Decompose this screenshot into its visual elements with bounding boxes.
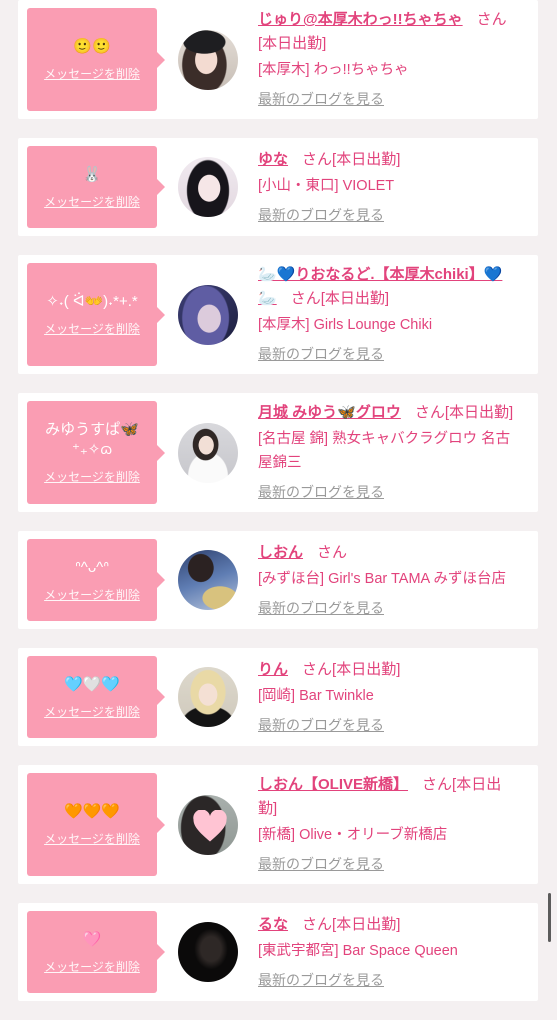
message-bubble: 🧡🧡🧡 メッセージを削除 xyxy=(27,773,165,876)
cast-name-link[interactable]: 月城 みゆう🦋グロウ xyxy=(258,404,401,421)
attendance-status: [本日出勤] xyxy=(332,660,401,678)
delete-message-link[interactable]: メッセージを削除 xyxy=(44,194,140,210)
cast-info: 月城 みゆう🦋グロウ さん[本日出勤] [名古屋 錦] 熟女キャバクラグロウ 名古… xyxy=(258,401,520,504)
favorite-cast-list: 🙂🙂 メッセージを削除 じゅり@本厚木わっ!!ちゃちゃ さん[本日出勤] [本厚木… xyxy=(18,0,538,1020)
delete-message-link[interactable]: メッセージを削除 xyxy=(44,66,140,82)
message-text: 🙂🙂 xyxy=(73,38,111,55)
latest-blog-link[interactable]: 最新のブログを見る xyxy=(258,596,384,620)
store-info: [本厚木] Girls Lounge Chiki xyxy=(258,317,433,333)
message-text: 🩵🤍🩵 xyxy=(63,675,121,693)
honorific: さん xyxy=(302,915,333,933)
cast-info: しおん【OLIVE新橋】 さん[本日出勤] [新橋] Olive・オリーブ新橋店 … xyxy=(258,773,520,876)
honorific: さん xyxy=(290,290,321,307)
delete-message-link[interactable]: メッセージを削除 xyxy=(44,704,140,720)
attendance-status: [本日出勤] xyxy=(258,35,327,52)
cast-card: ᐢ^ᴗ^ᐢ メッセージを削除 しおん さん [みずほ台] Girl's Bar T… xyxy=(18,531,538,629)
latest-blog-link[interactable]: 最新のブログを見る xyxy=(258,713,384,737)
message-text: ✧˖( ᐛ👐)˖*+.* xyxy=(46,293,138,310)
cast-info: じゅり@本厚木わっ!!ちゃちゃ さん [本日出勤] [本厚木] わっ!!ちゃちゃ 最… xyxy=(258,8,520,111)
delete-message-link[interactable]: メッセージを削除 xyxy=(44,587,140,603)
avatar[interactable] xyxy=(178,794,238,855)
name-line: 月城 みゆう🦋グロウ さん[本日出勤] xyxy=(258,401,520,425)
avatar[interactable] xyxy=(178,284,238,345)
message-text: ᐢ^ᴗ^ᐢ xyxy=(74,558,110,576)
avatar[interactable] xyxy=(178,922,238,982)
cast-card: 🩵🤍🩵 メッセージを削除 りん さん[本日出勤] [岡崎] Bar Twinkle… xyxy=(18,648,538,746)
honorific: さん xyxy=(302,660,333,678)
latest-blog-link[interactable]: 最新のブログを見る xyxy=(258,480,384,504)
delete-message-link[interactable]: メッセージを削除 xyxy=(44,469,140,485)
avatar[interactable] xyxy=(178,29,238,90)
cast-card: ✧˖( ᐛ👐)˖*+.* メッセージを削除 🦢💙りおなるど.【本厚木chiki】… xyxy=(18,255,538,374)
name-line: るな さん[本日出勤] xyxy=(258,913,520,937)
store-info: [本厚木] わっ!!ちゃちゃ xyxy=(258,62,409,78)
cast-name-link[interactable]: るな xyxy=(258,916,288,933)
store-info: [東武宇都宮] Bar Space Queen xyxy=(258,942,458,959)
name-line: 🦢💙りおなるど.【本厚木chiki】💙🦢 さん[本日出勤] xyxy=(258,263,520,311)
name-line: ゆな さん[本日出勤] xyxy=(258,148,520,172)
cast-info: ゆな さん[本日出勤] [小山・東口] VIOLET 最新のブログを見る xyxy=(258,148,520,227)
store-info: [みずほ台] Girl's Bar TAMA みずほ台店 xyxy=(258,570,506,587)
avatar[interactable] xyxy=(178,422,238,483)
cast-info: 🦢💙りおなるど.【本厚木chiki】💙🦢 さん[本日出勤] [本厚木] Girls… xyxy=(258,263,520,366)
honorific: さん xyxy=(414,404,445,421)
message-text: みゆうすぱ🦋 ⁺₊✧ɷ xyxy=(45,421,139,458)
message-bubble: 🐰 メッセージを削除 xyxy=(27,146,165,228)
message-text: 🧡🧡🧡 xyxy=(63,803,121,820)
message-text: 🩷 xyxy=(82,930,102,948)
name-line: しおん さん xyxy=(258,541,520,565)
cast-name-link[interactable]: しおん【OLIVE新橋】 xyxy=(258,776,408,793)
attendance-status: [本日出勤] xyxy=(332,915,401,933)
heart-icon xyxy=(193,809,227,841)
avatar[interactable] xyxy=(178,550,238,610)
cast-card: みゆうすぱ🦋 ⁺₊✧ɷ メッセージを削除 月城 みゆう🦋グロウ さん[本日出勤] … xyxy=(18,393,538,512)
name-line: じゅり@本厚木わっ!!ちゃちゃ さん [本日出勤] xyxy=(258,8,520,56)
cast-info: るな さん[本日出勤] [東武宇都宮] Bar Space Queen 最新のブロ… xyxy=(258,913,520,992)
honorific: さん xyxy=(476,11,507,28)
cast-name-link[interactable]: りん xyxy=(258,661,288,678)
store-info: [新橋] Olive・オリーブ新橋店 xyxy=(258,827,448,843)
message-bubble: みゆうすぱ🦋 ⁺₊✧ɷ メッセージを削除 xyxy=(27,401,165,504)
message-text: 🐰 xyxy=(82,165,102,183)
message-bubble: 🩷 メッセージを削除 xyxy=(27,911,165,993)
latest-blog-link[interactable]: 最新のブログを見る xyxy=(258,852,384,876)
scrollbar-thumb[interactable] xyxy=(548,893,551,942)
cast-name-link[interactable]: じゅり@本厚木わっ!!ちゃちゃ xyxy=(258,11,463,28)
cast-info: りん さん[本日出勤] [岡崎] Bar Twinkle 最新のブログを見る xyxy=(258,658,520,737)
name-line: りん さん[本日出勤] xyxy=(258,658,520,682)
honorific: さん xyxy=(422,776,453,793)
store-info: [小山・東口] VIOLET xyxy=(258,177,395,194)
cast-card: 🙂🙂 メッセージを削除 じゅり@本厚木わっ!!ちゃちゃ さん [本日出勤] [本厚木… xyxy=(18,0,538,119)
cast-name-link[interactable]: ゆな xyxy=(258,151,288,168)
cast-card: 🧡🧡🧡 メッセージを削除 しおん【OLIVE新橋】 さん[本日出勤] [新橋] O… xyxy=(18,765,538,884)
cast-info: しおん さん [みずほ台] Girl's Bar TAMA みずほ台店 最新のブロ… xyxy=(258,541,520,620)
attendance-status: [本日出勤] xyxy=(320,290,390,307)
latest-blog-link[interactable]: 最新のブログを見る xyxy=(258,968,384,992)
cast-name-link[interactable]: しおん xyxy=(258,544,303,561)
store-info: [岡崎] Bar Twinkle xyxy=(258,687,374,704)
attendance-status: [本日出勤] xyxy=(444,404,514,421)
delete-message-link[interactable]: メッセージを削除 xyxy=(44,831,140,847)
honorific: さん xyxy=(317,543,348,561)
latest-blog-link[interactable]: 最新のブログを見る xyxy=(258,87,384,111)
avatar[interactable] xyxy=(178,667,238,727)
delete-message-link[interactable]: メッセージを削除 xyxy=(44,959,140,975)
message-bubble: ✧˖( ᐛ👐)˖*+.* メッセージを削除 xyxy=(27,263,165,366)
message-bubble: ᐢ^ᴗ^ᐢ メッセージを削除 xyxy=(27,539,165,621)
latest-blog-link[interactable]: 最新のブログを見る xyxy=(258,342,384,366)
honorific: さん xyxy=(302,150,333,168)
delete-message-link[interactable]: メッセージを削除 xyxy=(44,321,140,337)
cast-card: 🩷 メッセージを削除 るな さん[本日出勤] [東武宇都宮] Bar Space … xyxy=(18,903,538,1001)
avatar[interactable] xyxy=(178,157,238,217)
attendance-status: [本日出勤] xyxy=(332,150,401,168)
cast-card: 🐰 メッセージを削除 ゆな さん[本日出勤] [小山・東口] VIOLET 最新の… xyxy=(18,138,538,236)
message-bubble: 🙂🙂 メッセージを削除 xyxy=(27,8,165,111)
latest-blog-link[interactable]: 最新のブログを見る xyxy=(258,203,384,227)
name-line: しおん【OLIVE新橋】 さん[本日出勤] xyxy=(258,773,520,821)
store-info: [名古屋 錦] 熟女キャバクラグロウ 名古屋錦三 xyxy=(258,431,511,471)
message-bubble: 🩵🤍🩵 メッセージを削除 xyxy=(27,656,165,738)
